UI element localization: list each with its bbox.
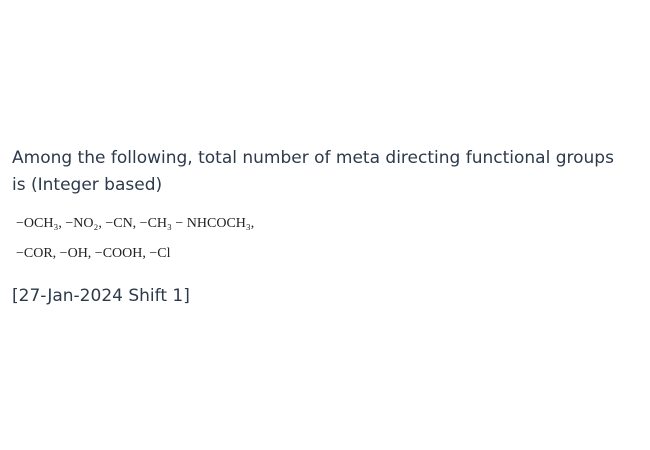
functional-groups-line-2: −COR, −OH, −COOH, −Cl bbox=[16, 246, 171, 261]
question-card: Among the following, total number of met… bbox=[0, 0, 650, 450]
exam-source-label: [27-Jan-2024 Shift 1] bbox=[12, 286, 190, 306]
question-text: Among the following, total number of met… bbox=[12, 148, 614, 195]
functional-groups-line-1: −OCH₃, −NO₂, −CN, −CH₃ − NHCOCH₃, bbox=[16, 216, 255, 231]
